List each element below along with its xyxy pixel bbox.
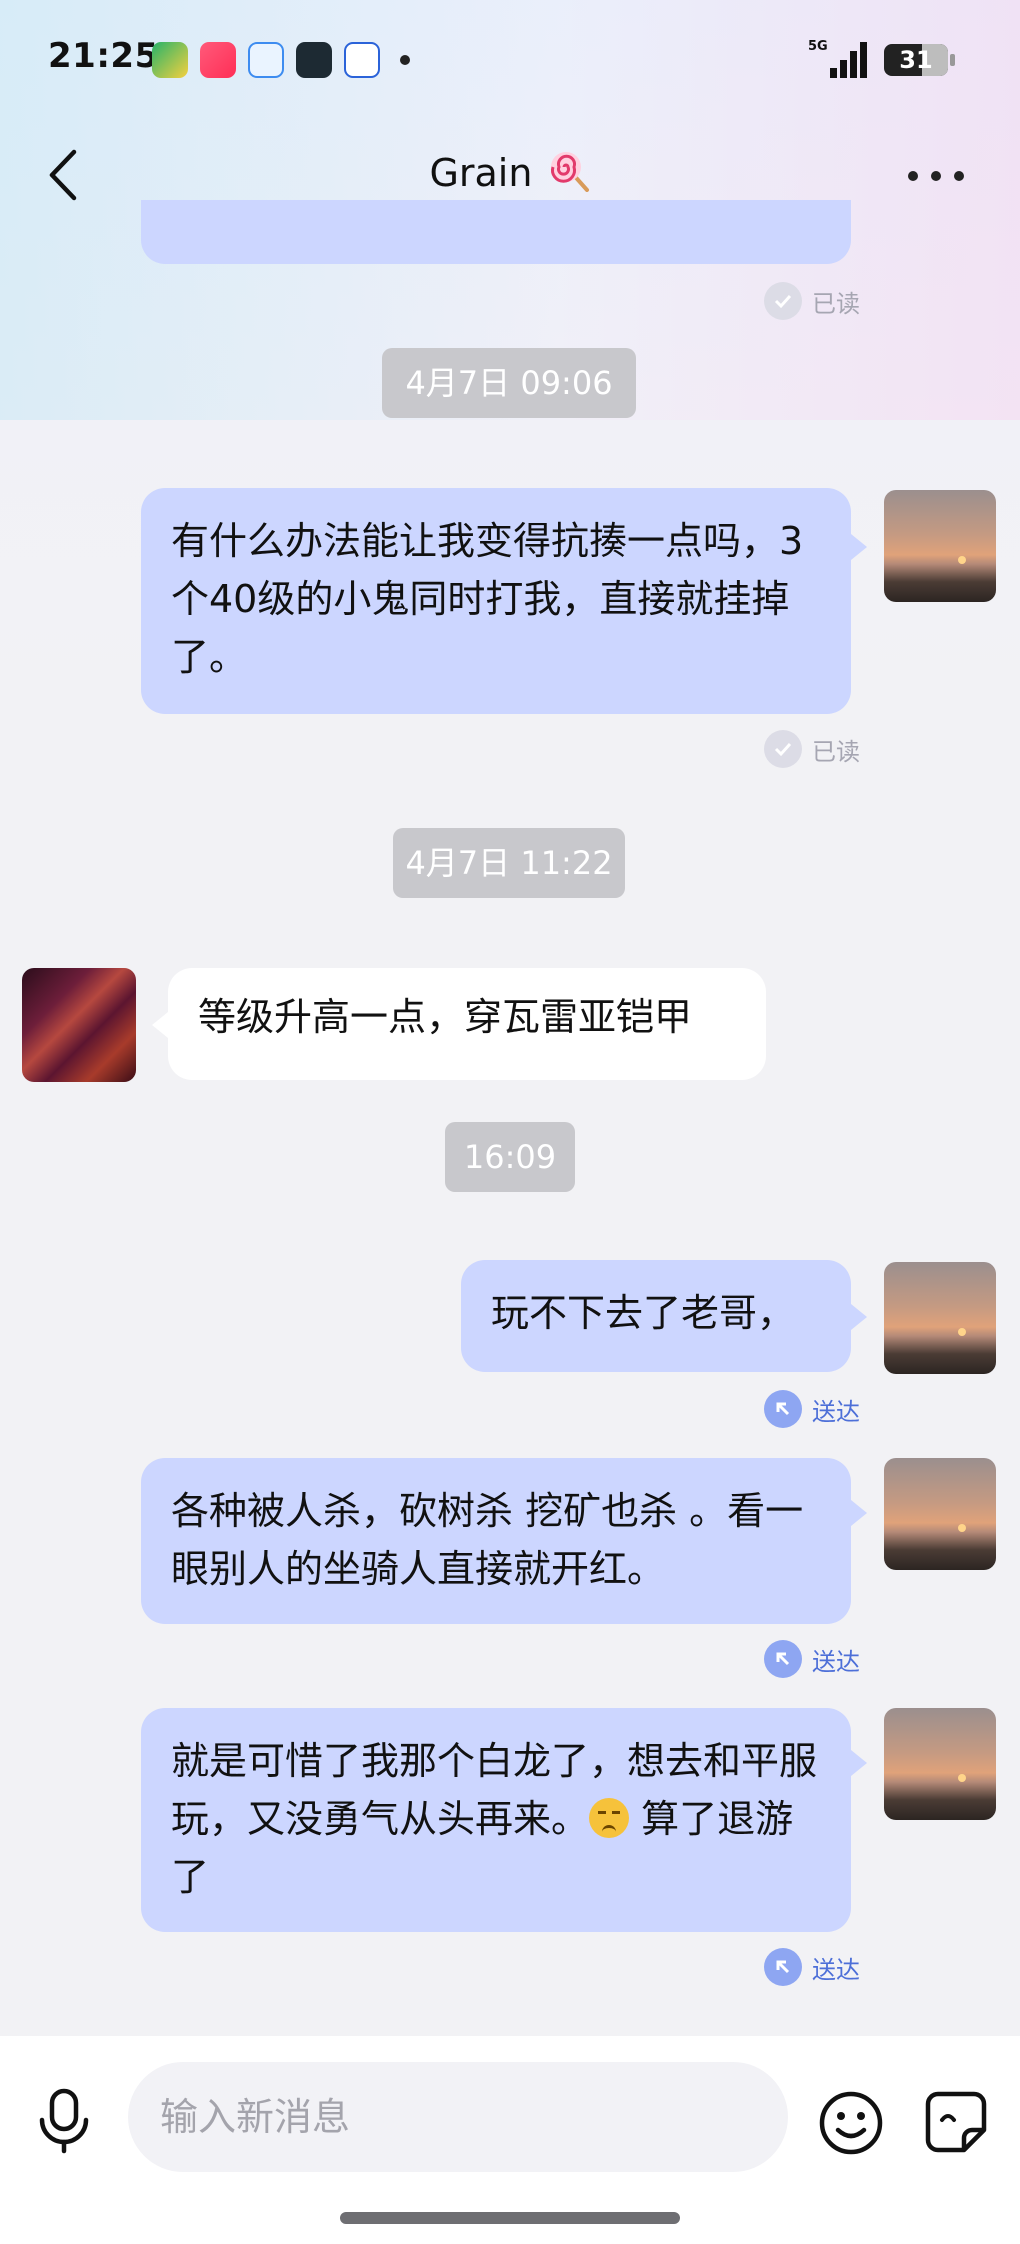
message-text: 玩不下去了老哥， [491,1291,796,1335]
message-text: 有什么办法能让我变得抗揍一点吗，3个40级的小鬼同时打我，直接就挂掉了。 [171,519,804,679]
sent-label: 送达 [812,1397,860,1426]
message-text: 等级升高一点，穿瓦雷亚铠甲 [198,995,693,1039]
message-text: 各种被人杀，砍树杀 挖矿也杀 。看一眼别人的坐骑人直接就开红。 [171,1489,804,1591]
read-receipt: 已读 [764,730,860,768]
message-bubble-outgoing[interactable]: 玩不下去了老哥， [461,1260,851,1372]
read-label: 已读 [812,289,860,318]
signal-icon: 5G [808,39,867,78]
message-bubble-partial[interactable] [141,200,851,264]
lollipop-icon [550,152,589,192]
app-icon [152,42,188,78]
bubble-tail [851,1750,867,1776]
network-label: 5G [808,39,828,54]
status-bar: 21:25 5G 31 [0,0,1020,120]
sticker-icon[interactable] [924,2090,988,2154]
message-input[interactable]: 输入新消息 [128,2062,788,2172]
my-avatar[interactable] [884,490,996,602]
battery-icon: 31 [884,44,948,76]
contact-avatar[interactable] [22,968,136,1082]
sent-arrow-icon [764,1390,802,1428]
check-icon [764,730,802,768]
message-input-placeholder: 输入新消息 [160,2095,351,2139]
timestamp: 4月7日 11:22 [393,828,625,898]
timestamp: 16:09 [445,1122,575,1192]
bubble-tail [851,534,867,560]
message-bubble-outgoing[interactable]: 有什么办法能让我变得抗揍一点吗，3个40级的小鬼同时打我，直接就挂掉了。 [141,488,851,714]
bubble-tail [851,1500,867,1526]
sent-label: 送达 [812,1955,860,1984]
status-time: 21:25 [48,36,159,76]
more-icon-dot [931,171,941,181]
read-label: 已读 [812,737,860,766]
mic-icon[interactable] [34,2088,94,2154]
app-icon [296,42,332,78]
timestamp: 4月7日 09:06 [382,348,636,418]
my-avatar[interactable] [884,1262,996,1374]
more-icon [908,171,918,181]
home-indicator[interactable] [340,2212,680,2224]
emoji-icon[interactable] [818,2090,884,2156]
sent-receipt: 送达 [764,1948,860,1986]
message-bubble-incoming[interactable]: 等级升高一点，穿瓦雷亚铠甲 [168,968,766,1080]
my-avatar[interactable] [884,1458,996,1570]
sent-label: 送达 [812,1647,860,1676]
app-icon [344,42,380,78]
sent-receipt: 送达 [764,1390,860,1428]
app-icon [200,42,236,78]
more-notifications-dot [400,55,410,65]
contact-name: Grain [429,151,533,195]
message-bubble-outgoing[interactable]: 各种被人杀，砍树杀 挖矿也杀 。看一眼别人的坐骑人直接就开红。 [141,1458,851,1624]
my-avatar[interactable] [884,1708,996,1820]
app-icon [248,42,284,78]
message-bubble-outgoing[interactable]: 就是可惜了我那个白龙了，想去和平服玩，又没勇气从头再来。 算了退游了 [141,1708,851,1932]
battery-cap [950,54,955,66]
battery-level: 31 [899,46,933,74]
check-icon [764,282,802,320]
unamused-emoji-icon [589,1798,630,1838]
sent-receipt: 送达 [764,1640,860,1678]
sent-arrow-icon [764,1948,802,1986]
read-receipt: 已读 [764,282,860,320]
notification-icons [152,42,410,78]
more-options-button[interactable] [908,158,964,194]
bubble-tail [851,1304,867,1330]
chat-title: Grain [0,150,1020,195]
more-icon-dot [954,171,964,181]
bubble-tail [152,1012,168,1038]
sent-arrow-icon [764,1640,802,1678]
